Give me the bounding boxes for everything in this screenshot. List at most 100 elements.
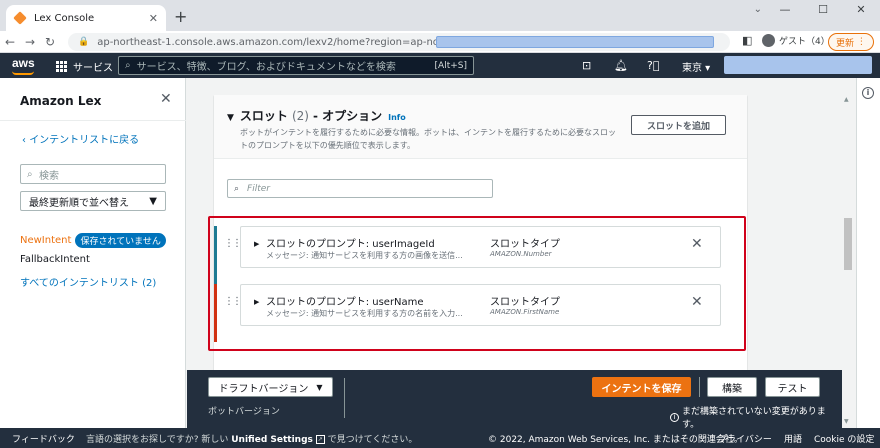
slots-description: ボットがインテントを履行するために必要な情報。ボットは、インテントを履行するため… xyxy=(240,128,616,150)
update-button[interactable]: 更新 ⋮ xyxy=(828,33,874,51)
terms-link[interactable]: 用語 xyxy=(784,432,802,445)
search-icon: ⌕ xyxy=(234,183,240,194)
search-icon: ⌕ xyxy=(125,60,131,71)
tab-close-icon[interactable]: ✕ xyxy=(149,12,158,25)
browser-tab[interactable]: Lex Console ✕ xyxy=(6,5,166,31)
minimize-icon[interactable]: — xyxy=(766,0,804,22)
intent-action-bar: ドラフトバージョン ▼ ボットバージョン インテントを保存 構築 テスト i ま… xyxy=(187,370,842,430)
sort-label: 最終更新順で並べ替え xyxy=(29,197,129,209)
cloudshell-icon[interactable]: ⊡ xyxy=(582,59,591,72)
privacy-link[interactable]: プライバシー xyxy=(718,432,772,445)
help-icon[interactable]: ?⃝ xyxy=(647,59,659,72)
lang-prefix: 言語の選択をお探しですか? 新しい xyxy=(86,435,229,445)
tab-search-chevron-icon[interactable]: ⌄ xyxy=(754,4,762,15)
search-icon: ⌕ xyxy=(27,168,39,180)
back-arrow-icon[interactable]: ← xyxy=(0,35,20,49)
services-label: サービス xyxy=(73,63,113,74)
page-scrollbar[interactable]: ▲ ▼ xyxy=(842,96,854,428)
external-link-icon: ↗ xyxy=(315,435,325,444)
update-label: 更新 xyxy=(836,38,855,49)
bot-version-label: ボットバージョン xyxy=(208,407,280,417)
side-panel-icon[interactable]: ◧ xyxy=(742,34,752,47)
highlight-annotation-box xyxy=(208,216,746,351)
back-to-intents-link[interactable]: ‹ インテントリストに戻る xyxy=(22,131,139,146)
services-menu-button[interactable]: サービス xyxy=(56,59,113,74)
caret-down-icon: ▼ xyxy=(227,113,234,123)
unbuilt-text: まだ構築されていない変更があります。 xyxy=(681,407,826,430)
action-divider xyxy=(699,377,700,397)
tab-title: Lex Console xyxy=(34,12,95,24)
nav-title: Amazon Lex xyxy=(20,94,102,108)
scroll-up-icon[interactable]: ▲ xyxy=(844,96,849,103)
all-intents-link[interactable]: すべてのインテントリスト (2) xyxy=(20,274,156,289)
account-menu-redacted[interactable] xyxy=(724,56,872,74)
slot-filter-input[interactable]: ⌕ Filter xyxy=(227,179,493,198)
lock-icon: 🔒 xyxy=(78,37,90,47)
address-bar[interactable]: 🔒 ap-northeast-1.console.aws.amazon.com/… xyxy=(68,33,730,51)
info-panel-icon[interactable]: i xyxy=(862,87,874,99)
info-link[interactable]: Info xyxy=(388,113,406,122)
aws-favicon-icon xyxy=(13,11,27,25)
test-button[interactable]: テスト xyxy=(765,377,820,397)
build-button[interactable]: 構築 xyxy=(707,377,757,397)
scrollbar-thumb[interactable] xyxy=(844,218,852,270)
unified-settings-link[interactable]: Unified Settings xyxy=(231,435,313,445)
draft-version-label: ドラフトバージョン xyxy=(218,383,309,395)
browser-tab-bar: Lex Console ✕ + ⌄ — ☐ ✕ xyxy=(0,0,880,31)
caret-down-icon: ▼ xyxy=(149,195,157,207)
cookie-settings-link[interactable]: Cookie の設定 xyxy=(814,432,874,445)
aws-smile-icon xyxy=(12,71,34,75)
unsaved-badge: 保存されていません xyxy=(75,233,166,248)
language-notice: 言語の選択をお探しですか? 新しい Unified Settings ↗ で見つ… xyxy=(86,432,417,445)
new-tab-button[interactable]: + xyxy=(174,7,187,26)
aws-top-nav: aws サービス ⌕ サービス、特徴、ブログ、およびドキュメントなどを検索 [A… xyxy=(0,53,880,78)
intent-search-input[interactable]: ⌕ 検索 xyxy=(20,164,166,184)
intent-name: NewIntent xyxy=(20,235,72,246)
intent-item-fallback[interactable]: FallbackIntent xyxy=(20,254,90,265)
forward-arrow-icon[interactable]: → xyxy=(20,35,40,49)
browser-toolbar: ← → ↻ 🔒 ap-northeast-1.console.aws.amazo… xyxy=(0,31,880,53)
grid-icon xyxy=(56,61,67,72)
caret-down-icon: ▼ xyxy=(316,382,323,392)
scroll-down-icon[interactable]: ▼ xyxy=(844,418,849,425)
aws-search-input[interactable]: ⌕ サービス、特徴、ブログ、およびドキュメントなどを検索 [Alt+S] xyxy=(118,56,474,75)
right-tools-rail: i xyxy=(856,78,880,428)
lang-suffix: で見つけてください。 xyxy=(327,435,418,445)
region-selector[interactable]: 東京 ▾ xyxy=(682,59,710,74)
console-footer: フィードバック 言語の選択をお探しですか? 新しい Unified Settin… xyxy=(0,428,880,448)
version-select[interactable]: ドラフトバージョン ▼ xyxy=(208,377,333,397)
search-placeholder: サービス、特徴、ブログ、およびドキュメントなどを検索 xyxy=(136,62,396,73)
info-icon: i xyxy=(670,412,679,422)
add-slot-button[interactable]: スロットを追加 xyxy=(631,115,726,135)
sort-select[interactable]: 最終更新順で並べ替え ▼ xyxy=(20,191,166,211)
slots-panel-header: ▼ スロット (2) - オプション Info ボットがインテントを履行するため… xyxy=(214,95,747,159)
redacted-url-part xyxy=(436,36,714,48)
aws-logo-text: aws xyxy=(12,56,35,70)
notifications-bell-icon[interactable]: 🔔︎ xyxy=(614,59,628,72)
feedback-link[interactable]: フィードバック xyxy=(12,432,75,445)
maximize-icon[interactable]: ☐ xyxy=(804,0,842,22)
slots-count: (2) xyxy=(291,109,309,123)
action-divider xyxy=(344,378,345,418)
close-window-icon[interactable]: ✕ xyxy=(842,0,880,22)
copyright: © 2022, Amazon Web Services, Inc. またはその関… xyxy=(488,435,743,445)
avatar-icon xyxy=(762,34,775,47)
left-navigation: Amazon Lex ✕ ‹ インテントリストに戻る ⌕ 検索 最終更新順で並べ… xyxy=(0,78,186,428)
nav-divider xyxy=(0,120,186,121)
aws-logo[interactable]: aws xyxy=(12,56,35,75)
back-link-label: インテントリストに戻る xyxy=(29,135,140,146)
close-nav-icon[interactable]: ✕ xyxy=(160,91,172,107)
slots-optional-label: - オプション xyxy=(312,109,383,123)
slots-title[interactable]: ▼ スロット (2) - オプション Info xyxy=(227,107,406,124)
profile-button[interactable]: ゲスト（4） xyxy=(762,34,830,47)
intent-search-placeholder: 検索 xyxy=(38,170,59,182)
save-intent-button[interactable]: インテントを保存 xyxy=(592,377,691,397)
search-shortcut: [Alt+S] xyxy=(434,60,467,71)
intent-item-newintent[interactable]: NewIntent 保存されていません xyxy=(20,233,166,248)
unbuilt-changes-notice: i まだ構築されていない変更があります。 xyxy=(670,404,842,430)
profile-label: ゲスト（4） xyxy=(779,37,830,47)
slots-title-text: スロット xyxy=(239,109,288,123)
window-controls: — ☐ ✕ xyxy=(766,0,880,22)
filter-placeholder: Filter xyxy=(247,183,270,194)
reload-icon[interactable]: ↻ xyxy=(40,35,60,49)
